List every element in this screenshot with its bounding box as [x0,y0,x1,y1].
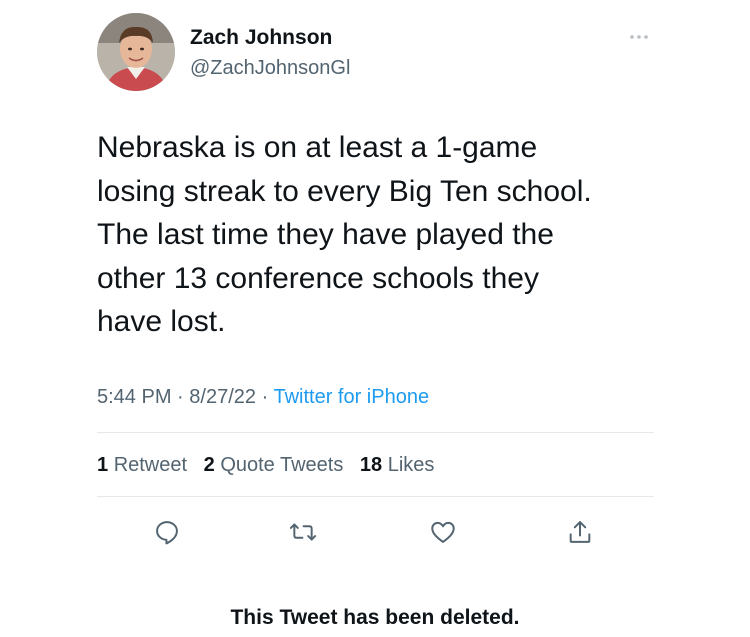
retweets-stat[interactable]: 1 Retweet [97,454,187,476]
reply-icon [156,521,178,545]
tweet-time[interactable]: 5:44 PM [97,386,171,408]
tweet-card: Zach Johnson @ZachJohnsonGl Nebraska is … [0,0,750,637]
quote-tweets-stat[interactable]: 2 Quote Tweets [204,454,344,476]
deleted-tweet-notice: This Tweet has been deleted. [230,606,520,629]
author-display-name[interactable]: Zach Johnson [190,24,350,52]
tweet-text: Nebraska is on at least a 1-game losing … [97,131,592,338]
tweet-source-link[interactable]: Twitter for iPhone [273,386,429,408]
share-button[interactable] [565,517,595,547]
like-icon [431,521,455,543]
divider [97,432,654,433]
retweets-label: Retweet [113,454,188,476]
divider [97,496,654,497]
meta-separator: · [177,386,184,408]
retweets-count: 1 [97,454,109,476]
likes-label: Likes [387,454,435,476]
tweet-stats: 1 Retweet 2 Quote Tweets 18 Likes [97,451,445,479]
retweet-icon [289,523,317,541]
meta-separator: · [261,386,269,408]
likes-stat[interactable]: 18 Likes [360,454,435,476]
like-button[interactable] [428,517,458,547]
reply-button[interactable] [152,517,182,547]
tweet-date[interactable]: 8/27/22 [189,386,256,408]
quote-tweets-label: Quote Tweets [220,454,344,476]
retweet-button[interactable] [288,517,318,547]
more-options-icon[interactable] [627,30,651,42]
likes-count: 18 [359,454,383,476]
tweet-metadata: 5:44 PM · 8/27/22 · Twitter for iPhone [97,383,429,411]
avatar[interactable] [97,13,175,91]
share-icon [569,521,591,543]
tweet-author: Zach Johnson @ZachJohnsonGl [190,24,350,82]
quote-tweets-count: 2 [203,454,215,476]
avatar-image [97,13,175,91]
author-handle[interactable]: @ZachJohnsonGl [190,54,350,82]
